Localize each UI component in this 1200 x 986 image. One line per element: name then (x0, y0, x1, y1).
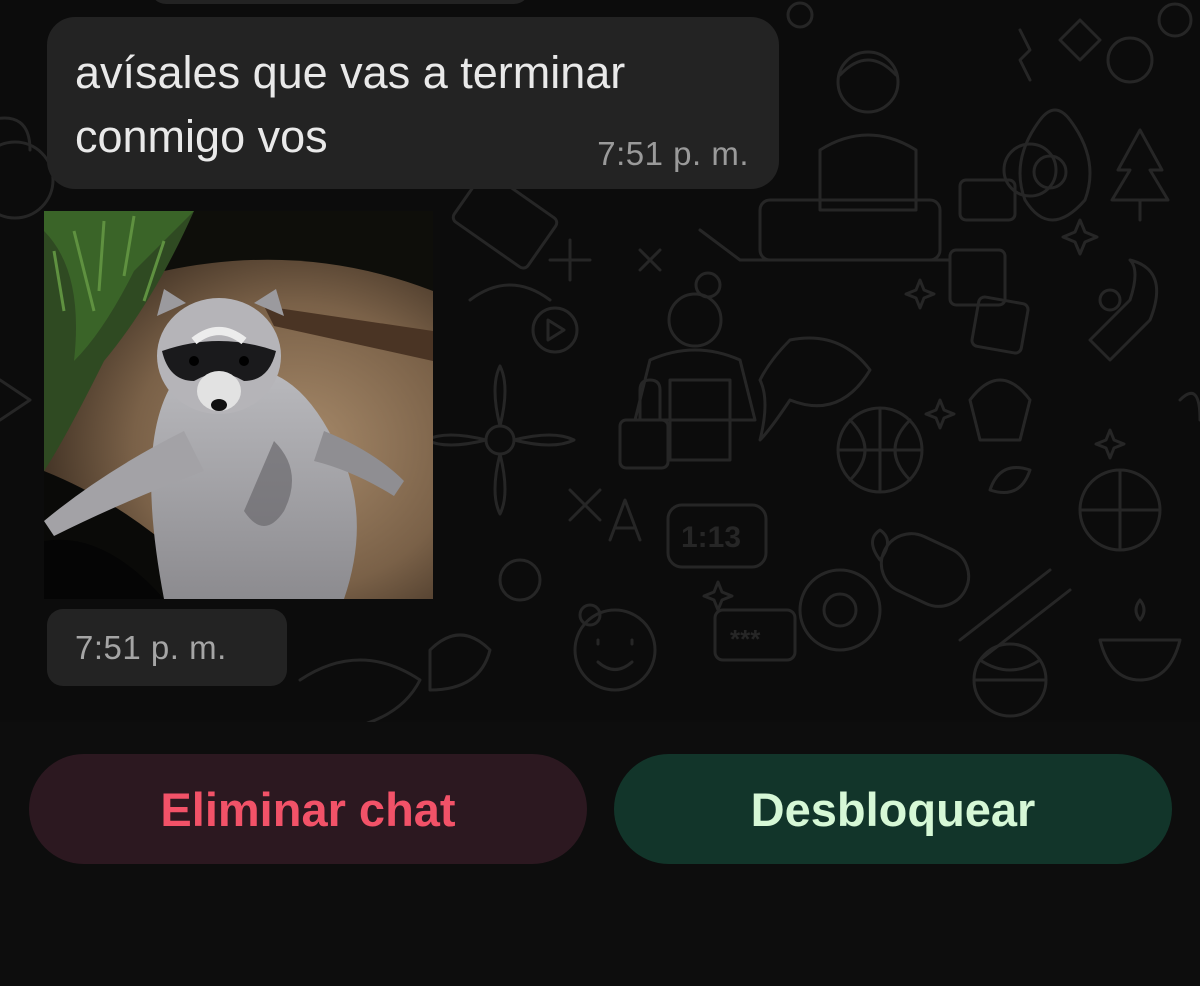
wallpaper-clock-text: 1:13 (681, 521, 741, 554)
previous-message-edge (150, 0, 530, 4)
delete-chat-label: Eliminar chat (160, 782, 456, 836)
unblock-label: Desbloquear (750, 782, 1036, 836)
unblock-button[interactable]: Desbloquear (614, 754, 1172, 864)
raccoon-image-message[interactable] (44, 211, 433, 599)
message-timestamp: 7:51 p. m. (597, 135, 749, 172)
image-timestamp-pill: 7:51 p. m. (47, 609, 287, 686)
wallpaper-password-text: *** (730, 624, 761, 654)
chat-screen: 1:13 *** avísales que vas a terminar con… (0, 0, 1200, 986)
incoming-text-message[interactable]: avísales que vas a terminar conmigo vos … (47, 17, 779, 189)
chat-messages-area[interactable]: 1:13 *** avísales que vas a terminar con… (0, 0, 1200, 722)
delete-chat-button[interactable]: Eliminar chat (29, 754, 587, 864)
raccoon-photo (44, 211, 433, 599)
blocked-contact-actions: Eliminar chat Desbloquear (0, 722, 1200, 986)
image-timestamp: 7:51 p. m. (75, 629, 227, 666)
